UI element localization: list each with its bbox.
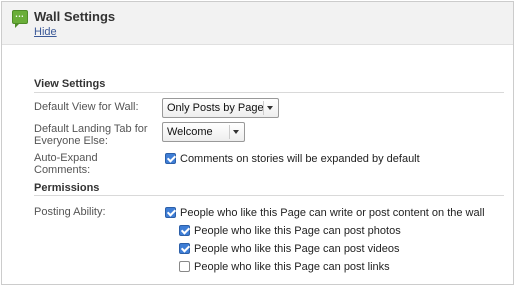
permission-option-label: People who like this Page can post video… xyxy=(194,243,400,255)
panel-header: ••• Wall Settings Hide xyxy=(2,2,513,45)
wall-app-icon: ••• xyxy=(12,10,28,28)
posting-ability-label: Posting Ability: xyxy=(34,206,106,218)
chevron-down-icon xyxy=(263,101,276,115)
permission-checkbox-links[interactable] xyxy=(179,261,190,272)
auto-expand-option[interactable]: Comments on stories will be expanded by … xyxy=(165,153,420,166)
view-settings-divider xyxy=(34,92,504,93)
auto-expand-checkbox[interactable] xyxy=(165,153,176,164)
landing-tab-value: Welcome xyxy=(167,126,213,138)
wall-settings-panel: ••• Wall Settings Hide View Settings Def… xyxy=(1,1,514,285)
default-view-value: Only Posts by Page xyxy=(167,102,264,114)
permission-option-label: People who like this Page can post links xyxy=(194,261,390,273)
permission-option-photos[interactable]: People who like this Page can post photo… xyxy=(179,225,401,238)
permission-option-label: People who like this Page can write or p… xyxy=(180,207,485,219)
hide-link[interactable]: Hide xyxy=(34,26,57,38)
auto-expand-option-label: Comments on stories will be expanded by … xyxy=(180,153,420,165)
permission-checkbox-write[interactable] xyxy=(165,207,176,218)
permissions-divider xyxy=(34,195,504,196)
landing-tab-label: Default Landing Tab for Everyone Else: xyxy=(34,123,148,147)
permission-checkbox-videos[interactable] xyxy=(179,243,190,254)
permissions-heading: Permissions xyxy=(34,182,100,194)
chevron-down-icon xyxy=(229,125,242,139)
permission-checkbox-photos[interactable] xyxy=(179,225,190,236)
permission-option-write[interactable]: People who like this Page can write or p… xyxy=(165,207,485,220)
page-title: Wall Settings xyxy=(34,9,116,24)
permission-option-links[interactable]: People who like this Page can post links xyxy=(179,261,390,274)
default-view-label: Default View for Wall: xyxy=(34,101,139,113)
permission-option-videos[interactable]: People who like this Page can post video… xyxy=(179,243,399,256)
landing-tab-select[interactable]: Welcome xyxy=(162,122,245,142)
view-settings-heading: View Settings xyxy=(34,78,106,90)
auto-expand-label: Auto-Expand Comments: xyxy=(34,152,98,176)
permission-option-label: People who like this Page can post photo… xyxy=(194,225,401,237)
default-view-select[interactable]: Only Posts by Page xyxy=(162,98,279,118)
